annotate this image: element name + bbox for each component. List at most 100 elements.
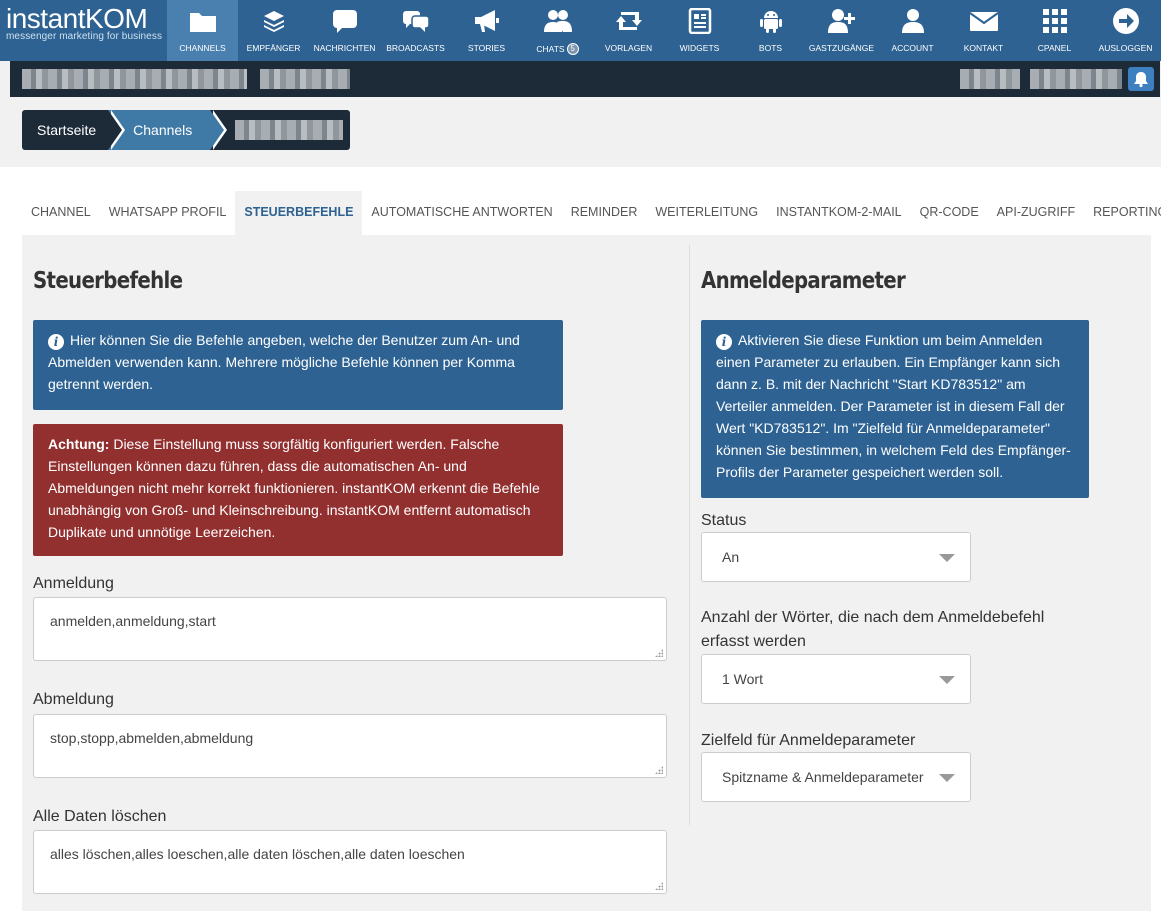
nav-label: STORIES [467,43,506,53]
parameter-info-text: Aktivieren Sie diese Funktion um beim An… [716,332,1071,480]
anmeldung-label: Anmeldung [33,575,114,592]
tab-reminder[interactable]: REMINDER [562,191,647,235]
nav-item-vorlagen[interactable]: VORLAGEN [593,0,664,61]
nav-label: EMPFÄNGER [246,43,301,53]
tab-whatsapp-profil[interactable]: WHATSAPP PROFIL [100,191,236,235]
nav-label: CHANNELS [179,43,226,53]
nav-item-chats[interactable]: CHATS 5 [522,0,593,61]
nav-item-nachrichten[interactable]: NACHRICHTEN [309,0,380,61]
abmeldung-label: Abmeldung [33,691,114,708]
info-text: Hier können Sie die Befehle angeben, wel… [48,332,520,392]
tab-api-zugriff[interactable]: API-ZUGRIFF [988,191,1084,235]
tab-channel[interactable]: CHANNEL [22,191,100,235]
abmeldung-value: stop,stopp,abmelden,abmeldung [50,730,254,746]
redacted-text [235,120,344,140]
megaphone-icon [472,7,502,35]
chats-count-badge: 5 [566,43,579,55]
column-divider [689,245,690,825]
nav-item-bots[interactable]: BOTS [735,0,806,61]
wortanzahl-label: Anzahl der Wörter, die nach dem Anmeldeb… [701,609,1045,650]
abmeldung-textarea[interactable]: stop,stopp,abmelden,abmeldung [33,714,667,778]
info-alert: i Hier können Sie die Befehle angeben, we… [33,320,563,410]
user-icon [898,7,928,35]
status-select[interactable]: An [701,532,971,582]
brand-tagline: messenger marketing for business [6,31,163,42]
nav-item-broadcasts[interactable]: BROADCASTS [380,0,451,61]
breadcrumb-home[interactable]: Startseite [22,110,126,150]
users-icon [543,7,573,35]
speech-bubble-icon [330,7,360,35]
nav-label: BOTS [758,43,783,53]
zielfeld-value: Spitzname & Anmeldeparameter [722,769,924,785]
breadcrumb-channels-label: Channels [133,122,193,138]
alle-daten-loeschen-textarea[interactable]: alles löschen,alles loeschen,alle daten … [33,830,667,894]
newspaper-icon [685,7,715,35]
alle-daten-loeschen-label: Alle Daten löschen [33,808,167,825]
redacted-text [960,69,1020,89]
status-value: An [722,549,740,565]
nav-item-ausloggen[interactable]: AUSLOGGEN [1090,0,1161,61]
top-nav: instantKOM messenger marketing for busin… [0,0,1161,61]
tab-steuerbefehle[interactable]: STEUERBEFEHLE [235,191,363,235]
redacted-text [260,69,350,89]
alle-daten-loeschen-value: alles löschen,alles loeschen,alle daten … [50,846,465,862]
android-icon [756,7,786,35]
chat-bubbles-icon [401,7,431,35]
status-label: Status [701,512,747,529]
folder-icon [188,7,218,35]
logo[interactable]: instantKOM messenger marketing for busin… [0,0,167,61]
nav-label: AUSLOGGEN [1098,43,1153,53]
breadcrumb-home-label: Startseite [37,122,97,138]
nav-label: WIDGETS [679,43,720,53]
section-title-anmeldeparameter: Anmeldeparameter [701,268,906,294]
redacted-text [22,69,247,89]
wortanzahl-value: 1 Wort [722,671,763,687]
parameter-info-alert: i Aktivieren Sie diese Funktion um beim A… [701,320,1089,498]
tab-reporting[interactable]: REPORTING [1084,191,1161,235]
wortanzahl-select[interactable]: 1 Wort [701,654,971,704]
chevron-down-icon [939,774,955,782]
chevron-down-icon [939,676,955,684]
nav-item-gastzugaenge[interactable]: GASTZUGÄNGE [806,0,877,61]
nav-item-stories[interactable]: STORIES [451,0,522,61]
nav-label: CHATS 5 [536,43,579,55]
tab-bar: CHANNEL WHATSAPP PROFIL STEUERBEFEHLE AU… [22,191,1161,235]
resize-handle[interactable] [655,649,663,657]
chevron-down-icon [939,554,955,562]
info-icon: i [48,334,64,350]
resize-handle[interactable] [655,766,663,774]
zielfeld-select[interactable]: Spitzname & Anmeldeparameter [701,752,971,802]
info-icon: i [716,334,732,350]
anmeldung-value: anmelden,anmeldung,start [50,613,216,629]
user-plus-icon [827,7,857,35]
tab-automatische-antworten[interactable]: AUTOMATISCHE ANTWORTEN [362,191,561,235]
bell-icon [1134,72,1148,88]
nav-item-widgets[interactable]: WIDGETS [664,0,735,61]
tab-instantkom-2-mail[interactable]: INSTANTKOM-2-MAIL [767,191,910,235]
nav-item-account[interactable]: ACCOUNT [877,0,948,61]
breadcrumb: Startseite Channels [22,110,351,150]
nav-item-kontakt[interactable]: KONTAKT [948,0,1019,61]
warning-text: Diese Einstellung muss sorgfältig konfig… [48,436,540,540]
anmeldung-textarea[interactable]: anmelden,anmeldung,start [33,597,667,661]
nav-item-empfaenger[interactable]: EMPFÄNGER [238,0,309,61]
nav-item-channels[interactable]: CHANNELS [167,0,238,61]
nav-label: NACHRICHTEN [313,43,376,53]
nav-label: CPANEL [1037,43,1072,53]
notifications-button[interactable] [1128,67,1154,91]
resize-handle[interactable] [655,882,663,890]
nav-label: GASTZUGÄNGE [808,43,875,53]
tab-weiterleitung[interactable]: WEITERLEITUNG [646,191,767,235]
zielfeld-label: Zielfeld für Anmeldeparameter [701,732,916,749]
section-title-steuerbefehle: Steuerbefehle [33,268,183,294]
warning-label: Achtung: [48,436,110,452]
user-bar [10,61,1160,97]
nav-label: VORLAGEN [604,43,653,53]
grid-icon [1040,7,1070,35]
nav-label: BROADCASTS [386,43,445,53]
warning-alert: Achtung: Diese Einstellung muss sorgfält… [33,424,563,556]
envelope-icon [968,7,999,35]
nav-item-cpanel[interactable]: CPANEL [1019,0,1090,61]
tab-qr-code[interactable]: QR-CODE [911,191,988,235]
retweet-icon [614,7,644,35]
